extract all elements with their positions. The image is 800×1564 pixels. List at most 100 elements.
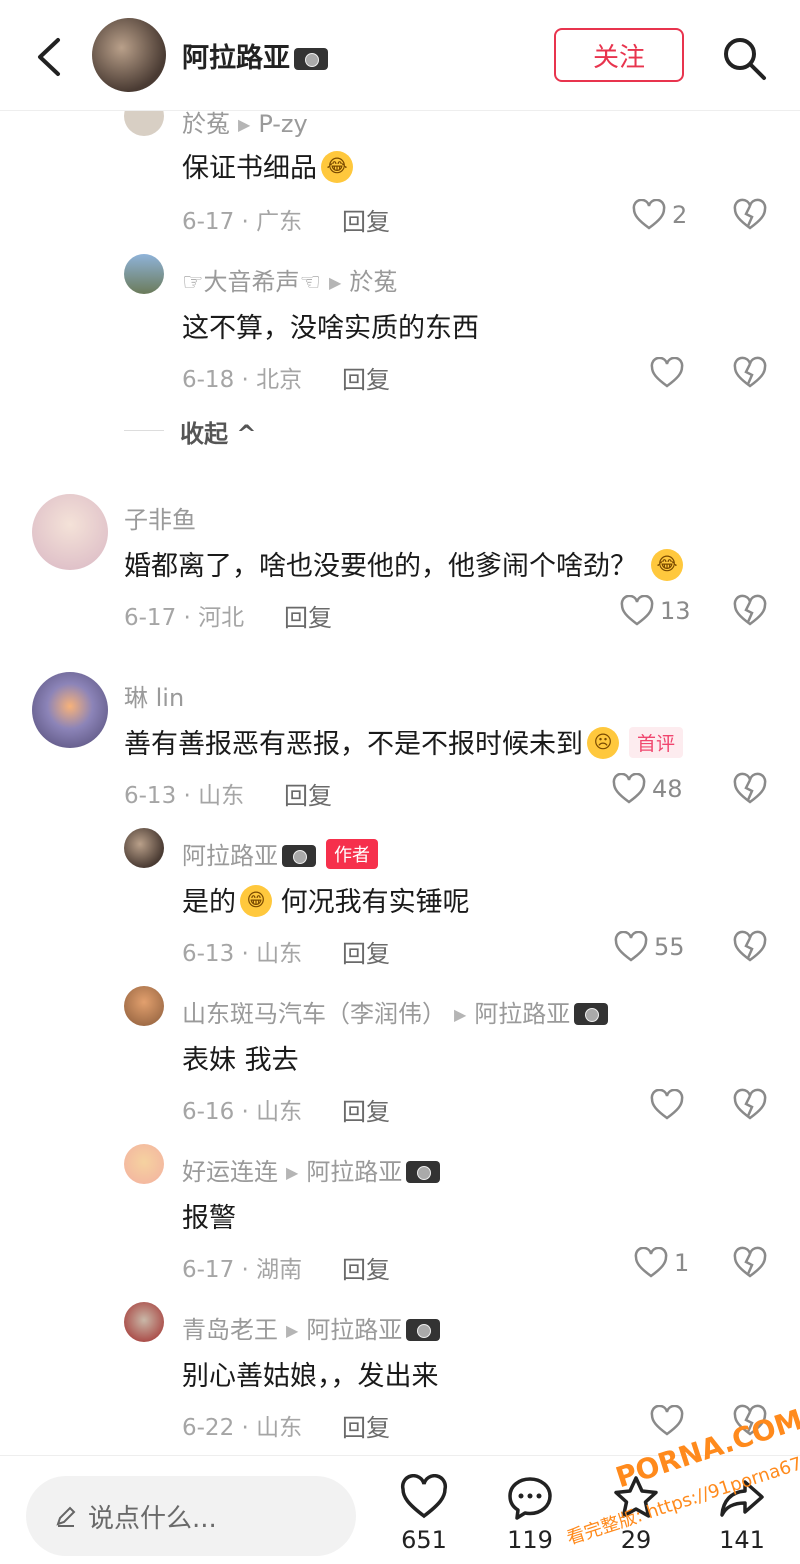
broken-heart-icon[interactable] xyxy=(733,198,767,232)
share-count: 141 xyxy=(719,1526,765,1554)
comment-text: 表妹 我去 xyxy=(182,1045,299,1076)
camera-icon xyxy=(406,1161,441,1183)
comment-text: 这不算，没啥实质的东西 xyxy=(182,313,479,344)
comment-username[interactable]: 阿拉路亚 作者 xyxy=(182,836,378,872)
reply-button[interactable]: 回复 xyxy=(342,934,390,969)
top-bar: 阿拉路亚 关注 xyxy=(0,0,800,111)
sad-emoji-icon: ☹ xyxy=(587,726,619,759)
author-badge: 作者 xyxy=(326,839,378,869)
author-avatar[interactable] xyxy=(92,18,166,92)
laugh-cry-emoji-icon: 😂 xyxy=(321,150,353,183)
comment-date-location: 6-17 · 湖南 xyxy=(182,1257,303,1283)
laugh-cry-emoji-icon: 😂 xyxy=(651,548,683,581)
comment-date-location: 6-13 · 山东 xyxy=(124,783,245,809)
reply-button[interactable]: 回复 xyxy=(284,776,332,811)
heart-icon xyxy=(620,595,654,626)
comment-username[interactable]: 青岛老王 ▶ 阿拉路亚 xyxy=(182,1310,441,1345)
like-post-button[interactable]: 651 xyxy=(384,1474,464,1554)
broken-heart-icon[interactable] xyxy=(733,356,767,390)
comment-text: 婚都离了，啥也没要他的，他爹闹个啥劲？ 😂 xyxy=(124,544,683,584)
comment-date-location: 6-16 · 山东 xyxy=(182,1099,303,1125)
avatar[interactable] xyxy=(124,1144,164,1184)
like-button[interactable] xyxy=(650,1089,684,1121)
search-icon[interactable] xyxy=(720,34,768,82)
reply-button[interactable]: 回复 xyxy=(284,598,332,633)
comment-input-placeholder: 说点什么... xyxy=(88,1503,217,1534)
divider xyxy=(124,430,164,431)
heart-icon xyxy=(634,1247,668,1278)
grin-emoji-icon: 😁 xyxy=(240,884,272,917)
broken-heart-icon[interactable] xyxy=(733,594,767,628)
comment-date-location: 6-13 · 山东 xyxy=(182,941,303,967)
avatar[interactable] xyxy=(124,828,164,868)
like-count: 651 xyxy=(401,1526,447,1554)
like-count: 55 xyxy=(654,933,685,961)
like-button[interactable]: 48 xyxy=(612,773,683,805)
comment-username[interactable]: 琳 lin xyxy=(124,678,184,713)
comment-count: 119 xyxy=(507,1526,553,1554)
like-button[interactable] xyxy=(650,1405,684,1437)
avatar[interactable] xyxy=(32,494,108,570)
heart-icon xyxy=(614,931,648,962)
comment-text: 报警 xyxy=(182,1203,236,1234)
chevron-up-icon: ^ xyxy=(236,420,257,448)
broken-heart-icon[interactable] xyxy=(733,1088,767,1122)
heart-icon xyxy=(650,1405,684,1436)
collapse-button[interactable]: 收起 ^ xyxy=(180,414,256,449)
heart-icon xyxy=(650,357,684,388)
follow-button[interactable]: 关注 xyxy=(554,28,684,82)
reply-arrow-icon: ▶ xyxy=(286,1321,299,1340)
comment-text: 别心善姑娘，，发出来 xyxy=(182,1361,439,1392)
reply-button[interactable]: 回复 xyxy=(342,360,390,395)
broken-heart-icon[interactable] xyxy=(733,772,767,806)
reply-button[interactable]: 回复 xyxy=(342,1250,390,1285)
avatar[interactable] xyxy=(124,986,164,1026)
like-count: 48 xyxy=(652,775,683,803)
heart-icon xyxy=(612,773,646,804)
like-button[interactable]: 13 xyxy=(620,595,691,627)
avatar[interactable] xyxy=(124,1302,164,1342)
reply-button[interactable]: 回复 xyxy=(342,1092,390,1127)
comment-date-location: 6-17 · 河北 xyxy=(124,605,245,631)
avatar[interactable] xyxy=(32,672,108,748)
back-arrow-icon[interactable] xyxy=(30,34,70,80)
like-count: 2 xyxy=(672,201,688,229)
camera-icon xyxy=(406,1319,441,1341)
first-comment-badge: 首评 xyxy=(629,727,684,758)
camera-icon xyxy=(574,1003,609,1025)
heart-icon xyxy=(400,1474,448,1519)
comment-username[interactable]: 山东斑马汽车（李润伟） ▶ 阿拉路亚 xyxy=(182,994,609,1029)
reply-arrow-icon: ▶ xyxy=(454,1005,467,1024)
comment-date-location: 6-18 · 北京 xyxy=(182,367,303,393)
reply-arrow-icon: ▶ xyxy=(286,1163,299,1182)
comment-text: 善有善报恶有恶报，不是不报时候未到 ☹ 首评 xyxy=(124,722,684,762)
author-name[interactable]: 阿拉路亚 xyxy=(182,36,328,75)
comment-bubble-icon xyxy=(508,1477,552,1520)
like-button[interactable]: 1 xyxy=(634,1247,689,1279)
like-button[interactable] xyxy=(650,357,684,389)
comment-username[interactable]: 好运连连 ▶ 阿拉路亚 xyxy=(182,1152,441,1187)
reply-button[interactable]: 回复 xyxy=(342,202,390,237)
camera-icon xyxy=(294,48,328,70)
reply-button[interactable]: 回复 xyxy=(342,1408,390,1443)
broken-heart-icon[interactable] xyxy=(733,930,767,964)
heart-icon xyxy=(632,199,666,230)
comment-date-location: 6-17 · 广东 xyxy=(182,209,303,235)
comment-post-button[interactable]: 119 xyxy=(490,1474,570,1554)
camera-icon xyxy=(282,845,316,867)
reply-arrow-icon: ▶ xyxy=(238,115,251,134)
broken-heart-icon[interactable] xyxy=(733,1246,767,1280)
like-count: 1 xyxy=(674,1249,690,1277)
like-button[interactable]: 55 xyxy=(614,931,685,963)
pencil-icon xyxy=(56,1506,76,1527)
like-button[interactable]: 2 xyxy=(632,199,687,231)
comment-input[interactable]: 说点什么... xyxy=(26,1476,356,1556)
comment-date-location: 6-22 · 山东 xyxy=(182,1415,303,1441)
comment-username[interactable]: 子非鱼 xyxy=(124,500,196,535)
heart-icon xyxy=(650,1089,684,1120)
comment-text: 是的 😁 何况我有实锤呢 xyxy=(182,880,470,920)
comment-username[interactable]: ☞大音希声☜ ▶ 於菟 xyxy=(182,262,397,297)
comment-text: 保证书细品 😂 xyxy=(182,146,353,186)
reply-arrow-icon: ▶ xyxy=(329,273,342,292)
avatar[interactable] xyxy=(124,254,164,294)
